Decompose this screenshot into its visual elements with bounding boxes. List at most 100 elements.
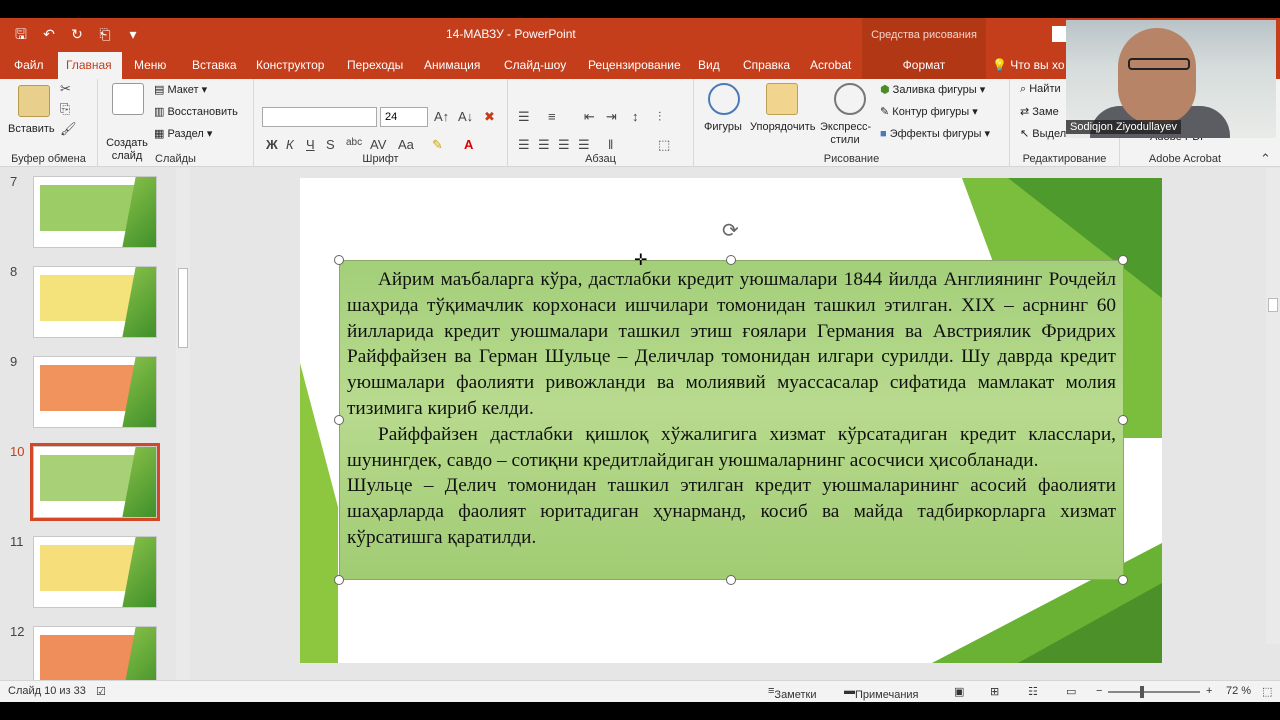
notes-button[interactable]: ≡ Заметки	[768, 685, 817, 701]
slide-thumbnail[interactable]	[33, 536, 157, 608]
font-size-input[interactable]: 24	[380, 107, 428, 127]
editor-scrollbar[interactable]	[1266, 168, 1280, 644]
reset-button[interactable]: ▥ Восстановить	[154, 105, 238, 118]
comments-button[interactable]: ▬ Примечания	[844, 685, 919, 701]
arrange-icon[interactable]	[766, 83, 798, 115]
tab-view[interactable]: Вид	[690, 52, 728, 79]
font-color-icon[interactable]: A	[464, 137, 473, 152]
spellcheck-icon[interactable]: ☑	[96, 685, 106, 698]
resize-handle[interactable]	[1118, 255, 1128, 265]
align-right-icon[interactable]: ☰	[558, 137, 570, 153]
tab-format[interactable]: Формат	[862, 52, 986, 79]
customize-qat-icon[interactable]: ▾	[124, 24, 142, 44]
slide-sorter-icon[interactable]: ⊞	[990, 685, 999, 698]
normal-view-icon[interactable]: ▣	[954, 685, 964, 698]
clear-format-icon[interactable]: ✖	[484, 109, 495, 125]
bold-icon[interactable]: Ж	[266, 137, 278, 152]
slide-thumbnail[interactable]	[33, 266, 157, 338]
numbering-icon[interactable]: ≡	[548, 109, 556, 124]
zoom-slider-thumb[interactable]	[1140, 686, 1144, 698]
text-direction-icon[interactable]: ⫶	[658, 109, 661, 125]
resize-handle[interactable]	[334, 415, 344, 425]
paste-icon[interactable]	[18, 85, 50, 117]
italic-icon[interactable]: К	[286, 137, 294, 152]
spacing-icon[interactable]: AV	[370, 137, 386, 152]
tab-slideshow[interactable]: Слайд-шоу	[496, 52, 574, 79]
tab-help[interactable]: Справка	[735, 52, 798, 79]
bullets-icon[interactable]: ☰	[518, 109, 530, 125]
tab-transitions[interactable]: Переходы	[339, 52, 411, 79]
zoom-out-icon[interactable]: −	[1096, 685, 1102, 697]
align-center-icon[interactable]: ☰	[538, 137, 550, 153]
shape-effects-button[interactable]: ■ Эффекты фигуры ▾	[880, 127, 990, 140]
shapes-icon[interactable]	[708, 83, 740, 115]
tab-menu[interactable]: Меню	[126, 52, 174, 79]
new-slide-icon[interactable]	[112, 83, 144, 115]
account-button[interactable]	[1052, 26, 1066, 42]
resize-handle[interactable]	[334, 255, 344, 265]
slide-thumbnail[interactable]	[33, 176, 157, 248]
quick-styles-icon[interactable]	[834, 83, 866, 115]
decrease-indent-icon[interactable]: ⇤	[584, 109, 595, 125]
copy-icon[interactable]: ⎘	[60, 101, 70, 117]
highlight-icon[interactable]: ✎	[432, 137, 443, 153]
arrange-button[interactable]: Упорядочить	[750, 121, 815, 133]
resize-handle[interactable]	[726, 575, 736, 585]
slide-thumbnail-current[interactable]	[30, 443, 160, 521]
slide-thumbnail[interactable]	[33, 356, 157, 428]
shadow-icon[interactable]: S	[326, 137, 335, 152]
smartart-icon[interactable]: ⬚	[658, 137, 670, 153]
tell-me-search[interactable]: 💡 Что вы хо	[992, 52, 1065, 79]
justify-icon[interactable]: ☰	[578, 137, 590, 153]
grow-font-icon[interactable]: A↑	[434, 109, 449, 124]
resize-handle[interactable]	[1118, 575, 1128, 585]
find-button[interactable]: ⌕ Найти	[1020, 83, 1061, 96]
thumbnails-scrollbar[interactable]	[176, 168, 190, 680]
collapse-ribbon-icon[interactable]: ⌃	[1260, 151, 1271, 167]
quick-styles-button[interactable]: Экспресс-стили	[820, 121, 871, 147]
replace-button[interactable]: ⇄ Заме	[1020, 105, 1059, 118]
undo-icon[interactable]: ↶	[40, 24, 58, 44]
resize-handle[interactable]	[334, 575, 344, 585]
underline-icon[interactable]: Ч	[306, 137, 315, 152]
columns-icon[interactable]: ‖	[608, 137, 613, 152]
scrollbar-thumb[interactable]	[178, 268, 188, 348]
scrollbar-thumb[interactable]	[1268, 298, 1278, 312]
tab-design[interactable]: Конструктор	[248, 52, 332, 79]
zoom-in-icon[interactable]: +	[1206, 685, 1212, 697]
shape-outline-button[interactable]: ✎ Контур фигуры ▾	[880, 105, 978, 118]
slide-canvas[interactable]: ⟳ Айрим маъбаларга кўра, дастлабки креди…	[300, 178, 1162, 663]
save-icon[interactable]: 🖫	[12, 24, 30, 44]
line-spacing-icon[interactable]: ↕	[632, 109, 639, 124]
format-painter-icon[interactable]: 🖌	[60, 121, 77, 137]
shrink-font-icon[interactable]: A↓	[458, 109, 473, 124]
align-left-icon[interactable]: ☰	[518, 137, 530, 153]
zoom-level[interactable]: 72 %	[1226, 685, 1251, 697]
increase-indent-icon[interactable]: ⇥	[606, 109, 617, 125]
rotate-handle-icon[interactable]: ⟳	[722, 218, 739, 243]
section-button[interactable]: ▦ Раздел ▾	[154, 127, 212, 140]
fit-slide-icon[interactable]: ⬚	[1262, 685, 1272, 698]
strikethrough-icon[interactable]: abc	[346, 137, 362, 148]
tab-file[interactable]: Файл	[6, 52, 52, 79]
redo-icon[interactable]: ↻	[68, 24, 86, 44]
tab-home[interactable]: Главная	[58, 52, 122, 79]
shapes-button[interactable]: Фигуры	[704, 121, 742, 133]
tab-insert[interactable]: Вставка	[184, 52, 245, 79]
shape-fill-button[interactable]: ⬢ Заливка фигуры ▾	[880, 83, 985, 96]
tab-animations[interactable]: Анимация	[416, 52, 488, 79]
slideshow-icon[interactable]: ▭	[1066, 685, 1076, 698]
font-name-input[interactable]	[262, 107, 377, 127]
zoom-slider[interactable]	[1108, 691, 1200, 693]
slide-text-box[interactable]: Айрим маъбаларга кўра, дастлабки кредит …	[339, 260, 1124, 580]
cut-icon[interactable]: ✂	[60, 81, 71, 97]
layout-button[interactable]: ▤ Макет ▾	[154, 83, 207, 96]
resize-handle[interactable]	[726, 255, 736, 265]
tab-review[interactable]: Рецензирование	[580, 52, 689, 79]
select-button[interactable]: ↖ Выдели	[1020, 127, 1072, 140]
paste-button[interactable]: Вставить	[8, 123, 55, 135]
present-icon[interactable]: ⎗	[96, 24, 114, 44]
reading-view-icon[interactable]: ☷	[1028, 685, 1038, 698]
change-case-icon[interactable]: Aa	[398, 137, 414, 152]
resize-handle[interactable]	[1118, 415, 1128, 425]
